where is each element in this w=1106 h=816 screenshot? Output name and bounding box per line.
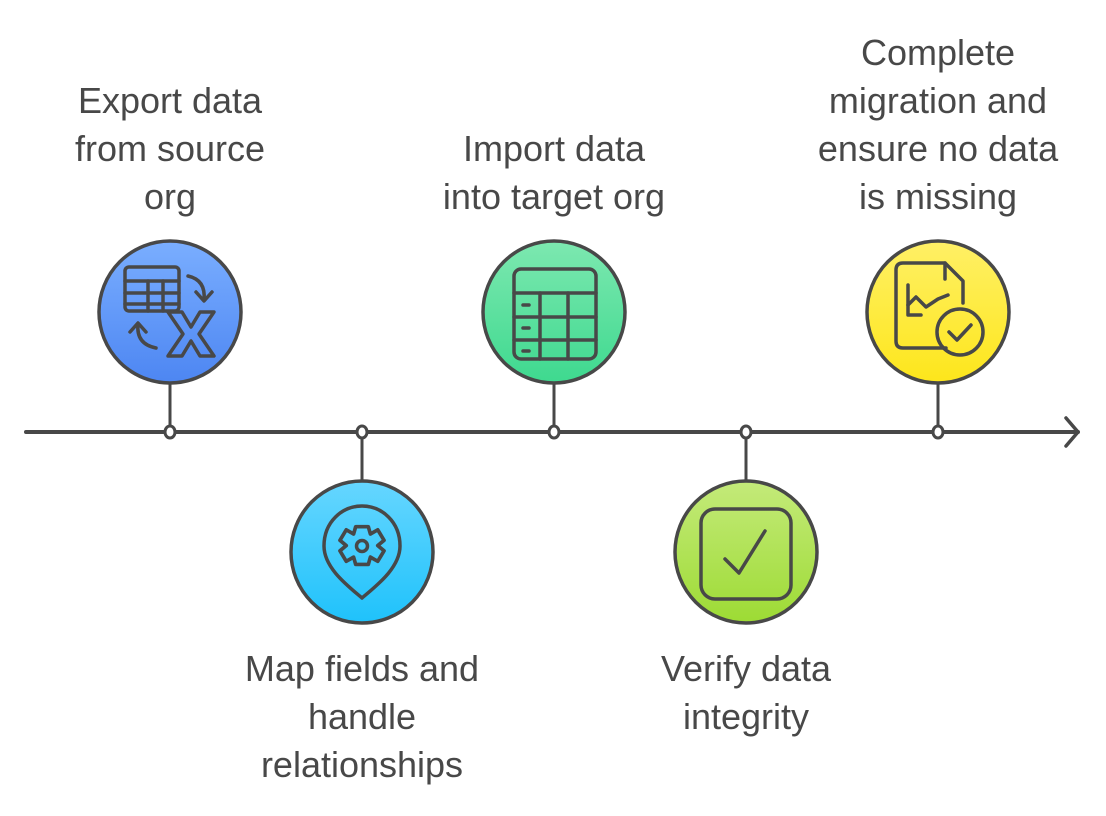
timeline-step <box>97 239 243 440</box>
timeline-node <box>355 424 369 440</box>
timeline-step <box>289 424 435 625</box>
step-circle <box>673 479 819 625</box>
step-label: Verify data integrity <box>660 648 832 737</box>
timeline-node <box>739 424 753 440</box>
timeline-step <box>481 239 627 440</box>
timeline-node <box>163 424 177 440</box>
timeline-step <box>865 239 1011 440</box>
step-label: Import data into target org <box>442 128 666 217</box>
timeline-node <box>931 424 945 440</box>
step-label: Export data from source org <box>74 80 266 217</box>
timeline-step <box>673 424 819 625</box>
step-label: Complete migration and ensure no data is… <box>817 32 1059 217</box>
step-label: Map fields and handle relationships <box>244 648 480 785</box>
timeline-node <box>547 424 561 440</box>
step-circle <box>481 239 627 385</box>
